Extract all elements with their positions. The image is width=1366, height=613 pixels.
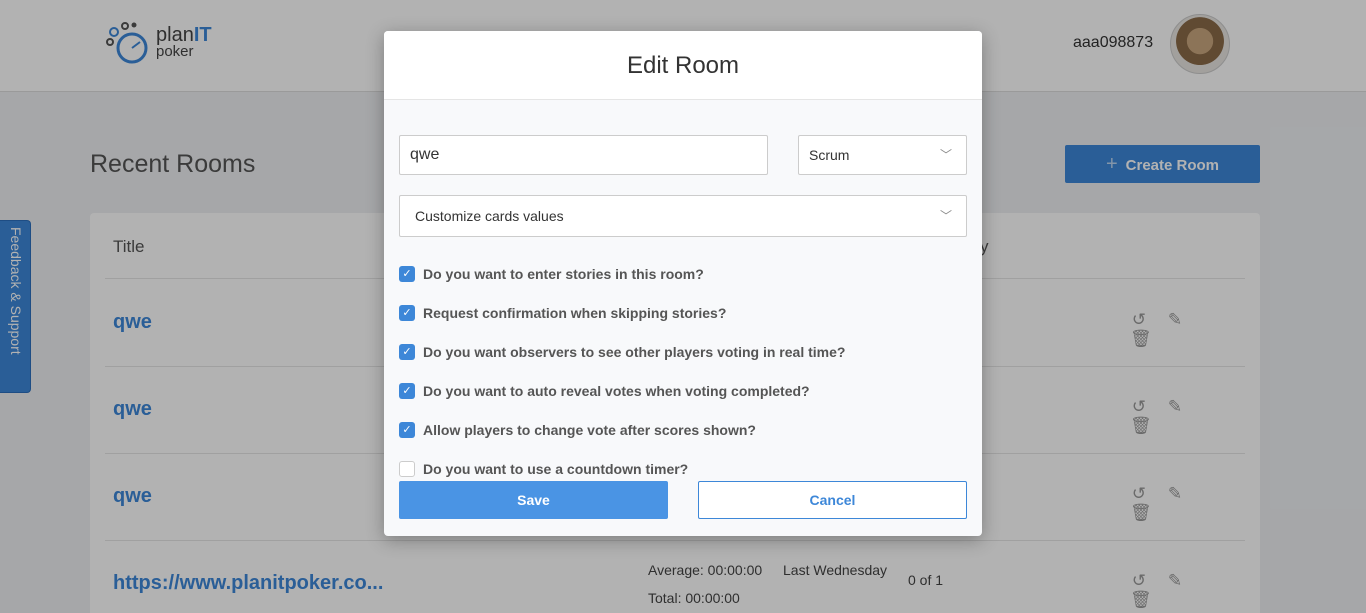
option-label: Do you want to auto reveal votes when vo… <box>423 382 810 399</box>
room-options: ✓ Do you want to enter stories in this ro… <box>399 254 959 488</box>
checkbox-checked[interactable]: ✓ <box>399 382 415 399</box>
voting-type-select[interactable]: Scrum ﹀ <box>798 135 967 175</box>
card-values-value: Customize cards values <box>415 208 564 224</box>
voting-type-value: Scrum <box>809 147 850 163</box>
option-label: Request confirmation when skipping stori… <box>423 304 727 321</box>
option-label: Do you want observers to see other playe… <box>423 343 846 360</box>
save-button[interactable]: Save <box>399 481 668 519</box>
cancel-button[interactable]: Cancel <box>698 481 967 519</box>
checkbox-checked[interactable]: ✓ <box>399 343 415 360</box>
checkbox-unchecked[interactable] <box>399 460 415 477</box>
option-change-vote[interactable]: ✓ Allow players to change vote after scor… <box>399 410 959 449</box>
dialog-title: Edit Room <box>626 52 740 79</box>
checkbox-checked[interactable]: ✓ <box>399 265 415 282</box>
option-label: Do you want to enter stories in this roo… <box>423 265 704 282</box>
option-enter-stories[interactable]: ✓ Do you want to enter stories in this ro… <box>399 254 959 293</box>
checkbox-checked[interactable]: ✓ <box>399 421 415 438</box>
option-label: Do you want to use a countdown timer? <box>423 460 689 477</box>
edit-room-dialog: Edit Room Scrum ﹀ Customize cards values… <box>384 31 982 536</box>
dialog-header: Edit Room <box>384 31 982 100</box>
option-confirm-skip[interactable]: ✓ Request confirmation when skipping stor… <box>399 293 959 332</box>
chevron-down-icon: ﹀ <box>939 209 952 223</box>
option-auto-reveal[interactable]: ✓ Do you want to auto reveal votes when v… <box>399 371 959 410</box>
checkbox-checked[interactable]: ✓ <box>399 304 415 321</box>
card-values-select[interactable]: Customize cards values ﹀ <box>399 195 967 237</box>
option-observers-realtime[interactable]: ✓ Do you want observers to see other play… <box>399 332 959 371</box>
chevron-down-icon: ﹀ <box>939 148 952 162</box>
option-label: Allow players to change vote after score… <box>423 421 756 438</box>
room-name-input[interactable] <box>399 135 768 175</box>
